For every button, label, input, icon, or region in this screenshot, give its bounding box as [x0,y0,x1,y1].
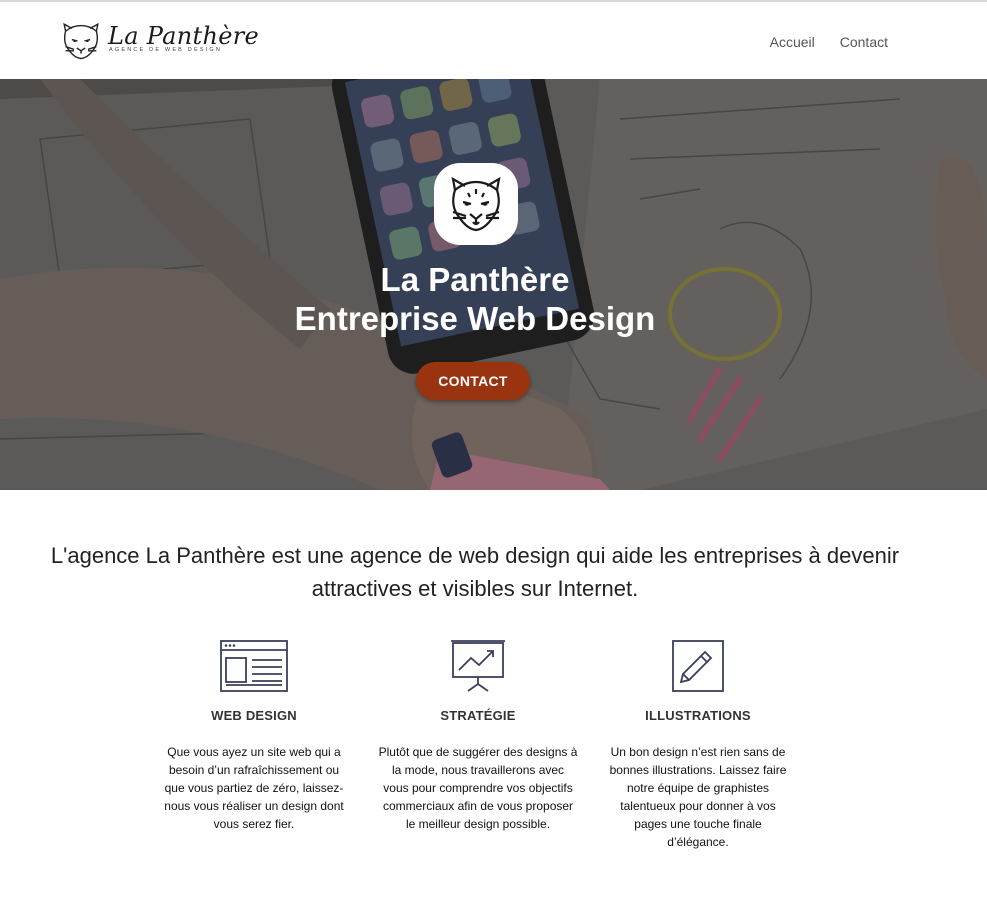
logo-tagline: AGENCE DE WEB DESIGN [109,47,223,53]
feature-web-design: WEB DESIGN Que vous ayez un site web qui… [154,638,354,833]
hero-badge [434,163,518,245]
hero-banner: La Panthère Entreprise Web Design CONTAC… [0,79,987,490]
browser-window-icon [220,640,288,692]
site-logo[interactable]: La Panthère AGENCE DE WEB DESIGN [60,21,259,63]
feature-text: Que vous ayez un site web qui a besoin d… [164,745,344,831]
feature-title: WEB DESIGN [211,708,297,723]
pencil-square-icon [672,640,724,692]
panther-head-icon [451,176,501,232]
contact-button[interactable]: CONTACT [416,362,530,400]
main-nav: Accueil Contact [770,34,888,50]
feature-text: Plutôt que de suggérer des designs à la … [378,745,578,831]
site-header: La Panthère AGENCE DE WEB DESIGN Accueil… [0,2,987,79]
logo-name: La Panthère [108,22,259,50]
presentation-chart-icon [451,640,505,692]
feature-illustrations: ILLUSTRATIONS Un bon design n’est rien s… [598,638,798,851]
feature-strategie: STRATÉGIE Plutôt que de suggérer des des… [378,638,578,833]
hero-title-line1: La Panthère [380,261,570,298]
feature-title: STRATÉGIE [440,708,516,723]
intro-text: L'agence La Panthère est une agence de w… [50,543,900,601]
nav-link-accueil[interactable]: Accueil [770,34,815,50]
panther-logo-icon [63,22,99,60]
hero-title: La Panthère Entreprise Web Design [0,260,950,338]
nav-link-contact[interactable]: Contact [840,34,888,50]
hero-title-line2: Entreprise Web Design [294,300,656,337]
feature-text: Un bon design n’est rien sans de bonnes … [609,745,787,849]
feature-title: ILLUSTRATIONS [645,708,751,723]
